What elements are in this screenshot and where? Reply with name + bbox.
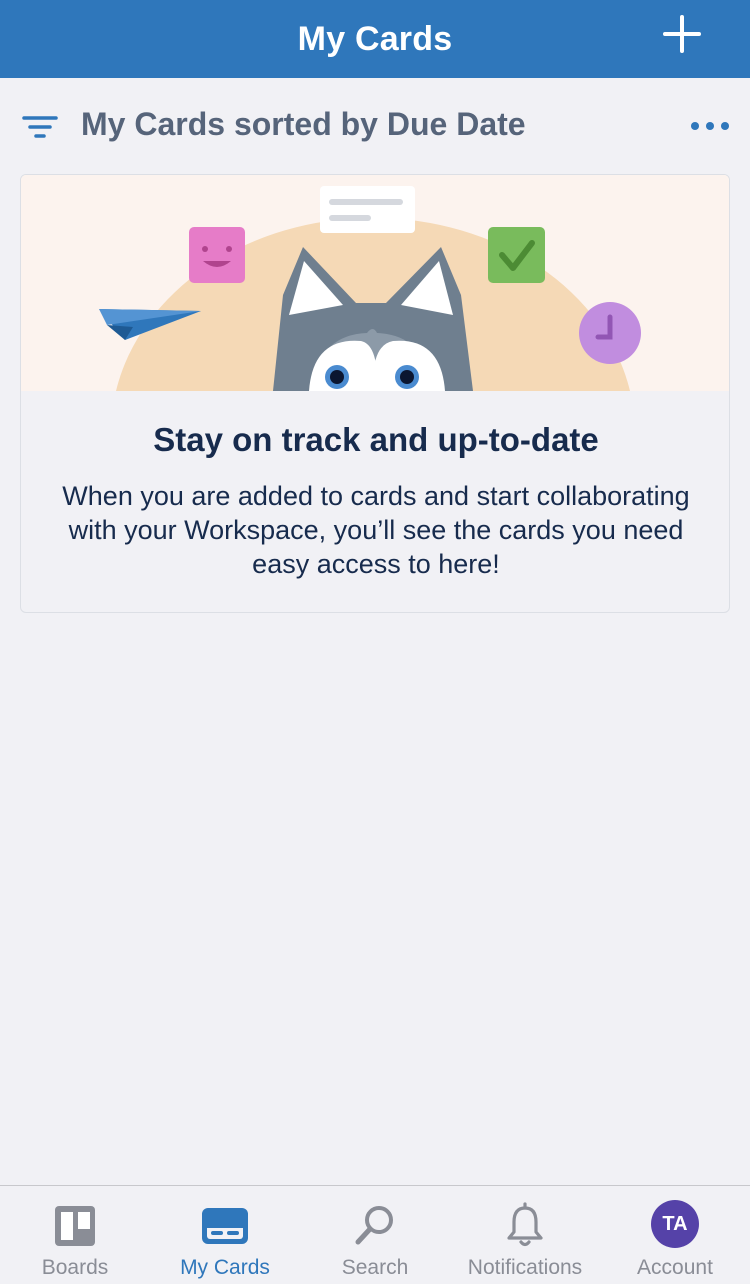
empty-state-card: Stay on track and up-to-date When you ar…	[20, 174, 730, 613]
tab-label: Account	[637, 1256, 713, 1279]
page-title: My Cards	[297, 19, 453, 58]
tab-label: Search	[341, 1256, 409, 1279]
filter-icon[interactable]	[22, 112, 58, 142]
tab-my-cards[interactable]: My Cards	[150, 1186, 300, 1284]
tab-search[interactable]: Search	[300, 1186, 450, 1284]
tab-label: Notifications	[467, 1256, 583, 1279]
tab-account[interactable]: TA Account	[600, 1186, 750, 1284]
avatar: TA	[651, 1200, 699, 1248]
bottom-tab-bar: Boards My Cards Search Notifications TA …	[0, 1185, 750, 1284]
my-cards-icon	[202, 1208, 248, 1244]
tab-label: My Cards	[180, 1256, 270, 1279]
sort-header: My Cards sorted by Due Date	[0, 100, 750, 154]
top-navigation-bar: My Cards	[0, 0, 750, 78]
sort-label[interactable]: My Cards sorted by Due Date	[81, 106, 526, 143]
tab-boards[interactable]: Boards	[0, 1186, 150, 1284]
plus-icon[interactable]	[662, 14, 702, 54]
empty-state-description: When you are added to cards and start co…	[62, 481, 690, 579]
tab-notifications[interactable]: Notifications	[450, 1186, 600, 1284]
tab-label: Boards	[41, 1256, 109, 1279]
bell-icon	[507, 1202, 543, 1247]
husky-peeking-illustration	[21, 175, 729, 391]
boards-icon	[55, 1206, 95, 1246]
search-icon	[355, 1206, 393, 1245]
more-horizontal-icon[interactable]	[690, 118, 730, 134]
empty-state-title: Stay on track and up-to-date	[153, 421, 599, 458]
